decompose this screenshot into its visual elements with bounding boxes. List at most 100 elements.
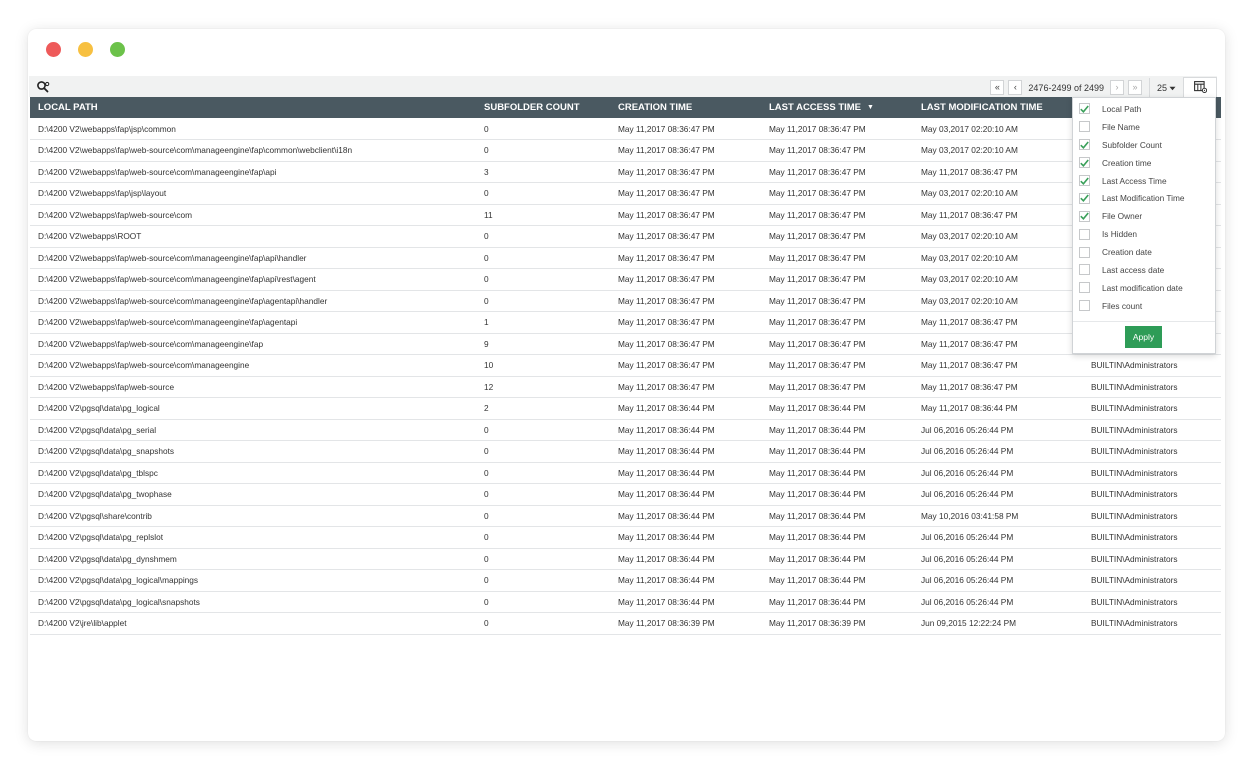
column-option[interactable]: Local Path — [1073, 100, 1215, 118]
checkbox-unchecked[interactable] — [1079, 264, 1090, 276]
cell-last-access-time: May 11,2017 08:36:47 PM — [761, 290, 913, 312]
table-row[interactable]: D:\4200 V2\pgsql\share\contrib 0 May 11,20… — [30, 505, 1221, 527]
column-option[interactable]: Is Hidden — [1073, 225, 1215, 243]
last-page-button[interactable]: » — [1128, 80, 1142, 95]
table-row[interactable]: D:\4200 V2\pgsql\data\pg_twophase 0 May 11… — [30, 483, 1221, 506]
apply-button[interactable]: Apply — [1125, 326, 1162, 348]
cell-subfolder-count: 0 — [476, 225, 610, 248]
column-option-label: Last Modification Time — [1102, 193, 1185, 204]
checkbox-unchecked[interactable] — [1079, 228, 1090, 240]
table-row[interactable]: D:\4200 V2\webapps\fap\web-source\com 11 M… — [30, 204, 1221, 226]
checkbox-unchecked[interactable] — [1079, 300, 1090, 312]
table-row[interactable]: D:\4200 V2\webapps\fap\web-source\com\ma… — [30, 333, 1221, 355]
cell-local-path: D:\4200 V2\pgsql\data\pg_tblspc — [30, 462, 476, 484]
column-option[interactable]: Last Modification Time — [1073, 189, 1215, 207]
cell-local-path: D:\4200 V2\webapps\fap\web-source\com\ma… — [30, 290, 476, 312]
table-row[interactable]: D:\4200 V2\webapps\fap\web-source\com\ma… — [30, 354, 1221, 377]
checkmark-icon — [1080, 212, 1089, 221]
table-row[interactable]: D:\4200 V2\pgsql\data\pg_logical\mapping… — [30, 569, 1221, 592]
column-option[interactable]: Creation date — [1073, 243, 1215, 261]
next-page-button[interactable]: › — [1110, 80, 1124, 95]
checkbox-unchecked[interactable] — [1079, 121, 1090, 133]
cell-last-modification-time: Jul 06,2016 05:26:44 PM — [913, 569, 1083, 592]
checkbox-unchecked[interactable] — [1079, 282, 1090, 294]
column-option[interactable]: Last Access Time — [1073, 172, 1215, 190]
table-row[interactable]: D:\4200 V2\webapps\fap\web-source 12 May 1… — [30, 376, 1221, 398]
checkbox-checked[interactable] — [1079, 103, 1090, 115]
column-option[interactable]: Subfolder Count — [1073, 136, 1215, 154]
cell-subfolder-count: 12 — [476, 376, 610, 398]
cell-local-path: D:\4200 V2\webapps\fap\web-source — [30, 376, 476, 398]
column-header-creation-time[interactable]: CREATION TIME — [610, 97, 761, 118]
close-window-button[interactable] — [46, 42, 61, 57]
checkbox-checked[interactable] — [1079, 139, 1090, 151]
column-option[interactable]: Creation time — [1073, 154, 1215, 172]
cell-subfolder-count: 0 — [476, 419, 610, 441]
checkbox-checked[interactable] — [1079, 210, 1090, 222]
cell-local-path: D:\4200 V2\webapps\fap\web-source\com\ma… — [30, 354, 476, 377]
first-page-button[interactable]: « — [990, 80, 1005, 95]
checkbox-checked[interactable] — [1079, 157, 1090, 169]
column-option[interactable]: File Name — [1073, 118, 1215, 136]
cell-subfolder-count: 0 — [476, 569, 610, 592]
cell-file-owner: BUILTIN\Administrators — [1083, 376, 1221, 398]
cell-last-access-time: May 11,2017 08:36:47 PM — [761, 161, 913, 183]
column-header-last-access-time-label: LAST ACCESS TIME — [769, 102, 862, 113]
table-row[interactable]: D:\4200 V2\jre\lib\applet 0 May 11,2017 08… — [30, 612, 1221, 635]
maximize-window-button[interactable] — [110, 42, 125, 57]
column-header-local-path[interactable]: LOCAL PATH — [30, 97, 476, 118]
cell-subfolder-count: 2 — [476, 397, 610, 420]
cell-last-modification-time: May 03,2017 02:20:10 AM — [913, 139, 1083, 162]
previous-page-button[interactable]: ‹ — [1008, 80, 1023, 95]
table-row[interactable]: D:\4200 V2\webapps\fap\web-source\com\ma… — [30, 290, 1221, 312]
column-option[interactable]: Files count — [1073, 297, 1215, 315]
minimize-window-button[interactable] — [78, 42, 93, 57]
table-row[interactable]: D:\4200 V2\webapps\ROOT 0 May 11,2017 08:3… — [30, 225, 1221, 248]
table-row[interactable]: D:\4200 V2\pgsql\data\pg_replslot 0 May 11… — [30, 526, 1221, 549]
table-header-row: LOCAL PATH SUBFOLDER COUNT CREATION TIME… — [30, 97, 1221, 118]
column-header-last-modification-time[interactable]: LAST MODIFICATION TIME — [913, 97, 1083, 118]
table-row[interactable]: D:\4200 V2\webapps\fap\web-source\com\ma… — [30, 161, 1221, 183]
cell-local-path: D:\4200 V2\pgsql\data\pg_logical\snapsho… — [30, 591, 476, 613]
table-row[interactable]: D:\4200 V2\pgsql\data\pg_snapshots 0 May 1… — [30, 440, 1221, 463]
column-option[interactable]: Last access date — [1073, 261, 1215, 279]
table-row[interactable]: D:\4200 V2\webapps\fap\web-source\com\ma… — [30, 268, 1221, 291]
cell-last-modification-time: Jul 06,2016 05:26:44 PM — [913, 462, 1083, 484]
checkbox-checked[interactable] — [1079, 192, 1090, 204]
table-row[interactable]: D:\4200 V2\pgsql\data\pg_dynshmem 0 May 11… — [30, 548, 1221, 570]
table-row[interactable]: D:\4200 V2\pgsql\data\pg_serial 0 May 11,2… — [30, 419, 1221, 441]
search-gear-icon[interactable] — [36, 80, 50, 94]
cell-file-owner: BUILTIN\Administrators — [1083, 526, 1221, 549]
table-row[interactable]: D:\4200 V2\pgsql\data\pg_tblspc 0 May 11,2… — [30, 462, 1221, 484]
cell-subfolder-count: 0 — [476, 505, 610, 527]
checkbox-unchecked[interactable] — [1079, 246, 1090, 258]
column-option[interactable]: File Owner — [1073, 207, 1215, 225]
column-option[interactable]: Last modification date — [1073, 279, 1215, 297]
table-row[interactable]: D:\4200 V2\webapps\fap\web-source\com\ma… — [30, 247, 1221, 269]
table-row[interactable]: D:\4200 V2\pgsql\data\pg_logical\snapsho… — [30, 591, 1221, 613]
column-chooser-button[interactable] — [1183, 77, 1217, 98]
cell-local-path: D:\4200 V2\pgsql\data\pg_serial — [30, 419, 476, 441]
cell-last-access-time: May 11,2017 08:36:47 PM — [761, 225, 913, 248]
cell-last-access-time: May 11,2017 08:36:44 PM — [761, 462, 913, 484]
window-controls — [46, 42, 125, 57]
cell-last-modification-time: May 03,2017 02:20:10 AM — [913, 118, 1083, 140]
cell-local-path: D:\4200 V2\pgsql\data\pg_replslot — [30, 526, 476, 549]
table-row[interactable]: D:\4200 V2\webapps\fap\jsp\common 0 May 11… — [30, 118, 1221, 140]
column-chooser-list: Local Path File Name Subfolder Count Creati… — [1073, 98, 1215, 315]
rows-per-page-select[interactable]: 25 — [1149, 78, 1183, 97]
table-row[interactable]: D:\4200 V2\webapps\fap\jsp\layout 0 May 11… — [30, 182, 1221, 205]
cell-file-owner: BUILTIN\Administrators — [1083, 591, 1221, 613]
cell-last-modification-time: May 11,2017 08:36:47 PM — [913, 376, 1083, 398]
table-row[interactable]: D:\4200 V2\pgsql\data\pg_logical 2 May 11,… — [30, 397, 1221, 420]
checkmark-icon — [1080, 176, 1089, 185]
cell-local-path: D:\4200 V2\webapps\fap\jsp\layout — [30, 182, 476, 205]
checkbox-checked[interactable] — [1079, 175, 1090, 186]
table-row[interactable]: D:\4200 V2\webapps\fap\web-source\com\ma… — [30, 139, 1221, 162]
cell-last-modification-time: May 11,2017 08:36:44 PM — [913, 397, 1083, 420]
column-header-subfolder-count[interactable]: SUBFOLDER COUNT — [476, 97, 610, 118]
table-row[interactable]: D:\4200 V2\webapps\fap\web-source\com\ma… — [30, 311, 1221, 334]
column-header-last-access-time[interactable]: LAST ACCESS TIME ▼ — [761, 97, 913, 118]
checkmark-icon — [1080, 141, 1089, 149]
cell-last-access-time: May 11,2017 08:36:44 PM — [761, 591, 913, 613]
